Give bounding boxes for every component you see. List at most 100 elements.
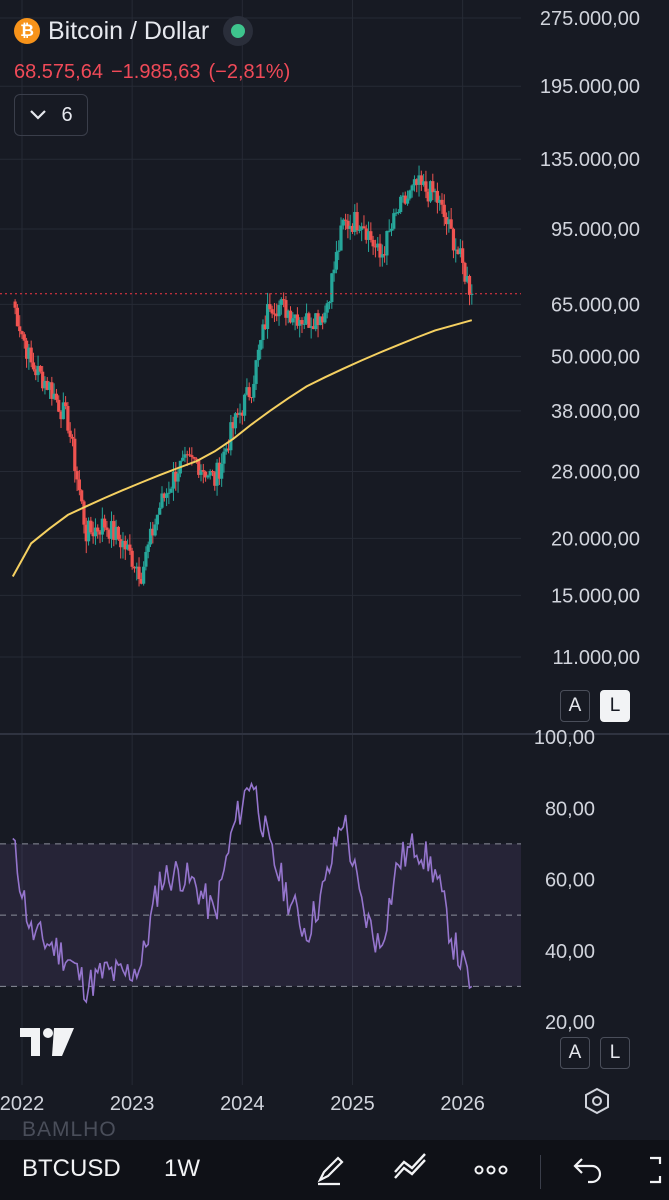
- candle-body: [467, 275, 472, 295]
- rsi-axis-label: 100,00: [534, 727, 595, 749]
- symbol-header[interactable]: ₿ Bitcoin / Dollar: [14, 16, 254, 46]
- candle-body: [410, 185, 414, 191]
- time-axis-label: 2023: [110, 1093, 155, 1115]
- candle-body: [190, 455, 194, 457]
- candle-body: [440, 199, 444, 205]
- interval-button[interactable]: 1W: [164, 1155, 200, 1183]
- candle-body: [334, 251, 339, 270]
- candle-body: [38, 366, 42, 372]
- draw-icon[interactable]: [310, 1150, 350, 1190]
- candle-body: [31, 362, 36, 370]
- candle-body: [325, 303, 329, 313]
- last-price: 68.575,64: [14, 61, 103, 83]
- candle-body: [449, 219, 453, 229]
- fullscreen-icon[interactable]: [630, 1150, 669, 1190]
- candle-body: [181, 457, 185, 461]
- candle-body: [13, 301, 17, 308]
- candle-body: [77, 479, 81, 491]
- candle-body: [389, 228, 394, 231]
- candle-body: [396, 212, 400, 214]
- price-axis-label: 38.000,00: [551, 401, 640, 423]
- candle-body: [176, 473, 180, 482]
- candle-body: [96, 527, 100, 532]
- price-chart[interactable]: 275.000,00 195.000,00 135.000,00 95.000,00 6…: [0, 0, 669, 1140]
- price-quote: 68.575,64 −1.985,63 (−2,81%): [14, 61, 298, 84]
- candle-body: [332, 269, 336, 274]
- candle-body: [371, 239, 375, 247]
- candle-body: [385, 231, 389, 256]
- indicators-icon[interactable]: [390, 1150, 430, 1190]
- collapse-indicators-button[interactable]: 6: [14, 94, 88, 136]
- candle-body: [270, 309, 274, 314]
- candle-body: [66, 406, 70, 431]
- log-scale-button[interactable]: L: [600, 690, 630, 722]
- candle-body: [369, 231, 373, 240]
- bitcoin-logo-icon: ₿: [14, 18, 40, 44]
- candle-body: [355, 212, 359, 231]
- candle-body: [64, 402, 68, 407]
- candle-body: [105, 527, 109, 530]
- price-axis-label: 275.000,00: [540, 8, 640, 30]
- time-axis-label: 2026: [440, 1093, 485, 1115]
- candle-body: [282, 299, 286, 301]
- price-axis-label: 20.000,00: [551, 528, 640, 550]
- symbol-button[interactable]: BTCUSD: [22, 1155, 121, 1183]
- rsi-axis-label: 80,00: [545, 798, 595, 820]
- candle-body: [128, 544, 132, 551]
- candle-body: [169, 488, 173, 493]
- candle-body: [15, 307, 20, 327]
- candle-body: [75, 470, 79, 480]
- candle-body: [137, 566, 141, 579]
- candle-body: [256, 349, 260, 361]
- candle-body: [233, 413, 238, 429]
- candle-body: [337, 250, 341, 252]
- indicator-count: 6: [61, 103, 73, 126]
- toolbar-divider: [540, 1155, 541, 1189]
- candle-body: [431, 181, 435, 193]
- candle-body: [327, 302, 332, 304]
- candle-body: [442, 204, 446, 218]
- price-axis-label: 95.000,00: [551, 219, 640, 241]
- candle-body: [82, 501, 86, 525]
- candle-body: [247, 387, 251, 398]
- rsi-log-scale-button[interactable]: L: [600, 1037, 630, 1069]
- price-axis-label: 11.000,00: [553, 647, 641, 669]
- rsi-axis-label: 60,00: [545, 870, 595, 892]
- candle-body: [291, 318, 295, 323]
- candle-body: [130, 550, 134, 567]
- candle-body: [259, 340, 263, 350]
- candle-body: [254, 360, 258, 384]
- candle-body: [243, 394, 247, 416]
- undo-icon[interactable]: [566, 1150, 606, 1190]
- candle-body: [424, 181, 428, 192]
- auto-scale-button[interactable]: A: [560, 690, 590, 722]
- candle-body: [399, 196, 403, 213]
- candle-body: [18, 326, 22, 332]
- price-axis-label: 28.000,00: [551, 462, 640, 484]
- candle-body: [268, 304, 272, 310]
- candle-body: [142, 566, 146, 584]
- comparison-symbol-label: BAMLHO: [22, 1118, 117, 1141]
- settings-icon[interactable]: [583, 1087, 611, 1115]
- candle-body: [330, 273, 334, 303]
- price-axis-label: 50.000,00: [551, 346, 640, 368]
- rsi-auto-scale-button[interactable]: A: [560, 1037, 590, 1069]
- more-icon[interactable]: [471, 1150, 511, 1190]
- candle-body: [300, 320, 304, 325]
- time-axis-label: 2024: [220, 1093, 265, 1115]
- price-axis-label: 65.000,00: [551, 294, 640, 316]
- candle-body: [103, 518, 107, 528]
- candle-body: [408, 190, 412, 199]
- status-dot: [231, 24, 246, 38]
- price-change: −1.985,63: [110, 61, 201, 83]
- candle-body: [167, 492, 171, 494]
- market-status-icon[interactable]: [223, 16, 254, 46]
- price-change-percent: (−2,81%): [208, 61, 291, 83]
- candle-body: [22, 334, 26, 341]
- candle-body: [392, 213, 396, 229]
- candle-body: [323, 312, 327, 323]
- tradingview-logo-icon: [20, 1028, 74, 1056]
- candle-body: [201, 470, 205, 472]
- candle-body: [144, 551, 148, 567]
- candle-body: [70, 436, 75, 439]
